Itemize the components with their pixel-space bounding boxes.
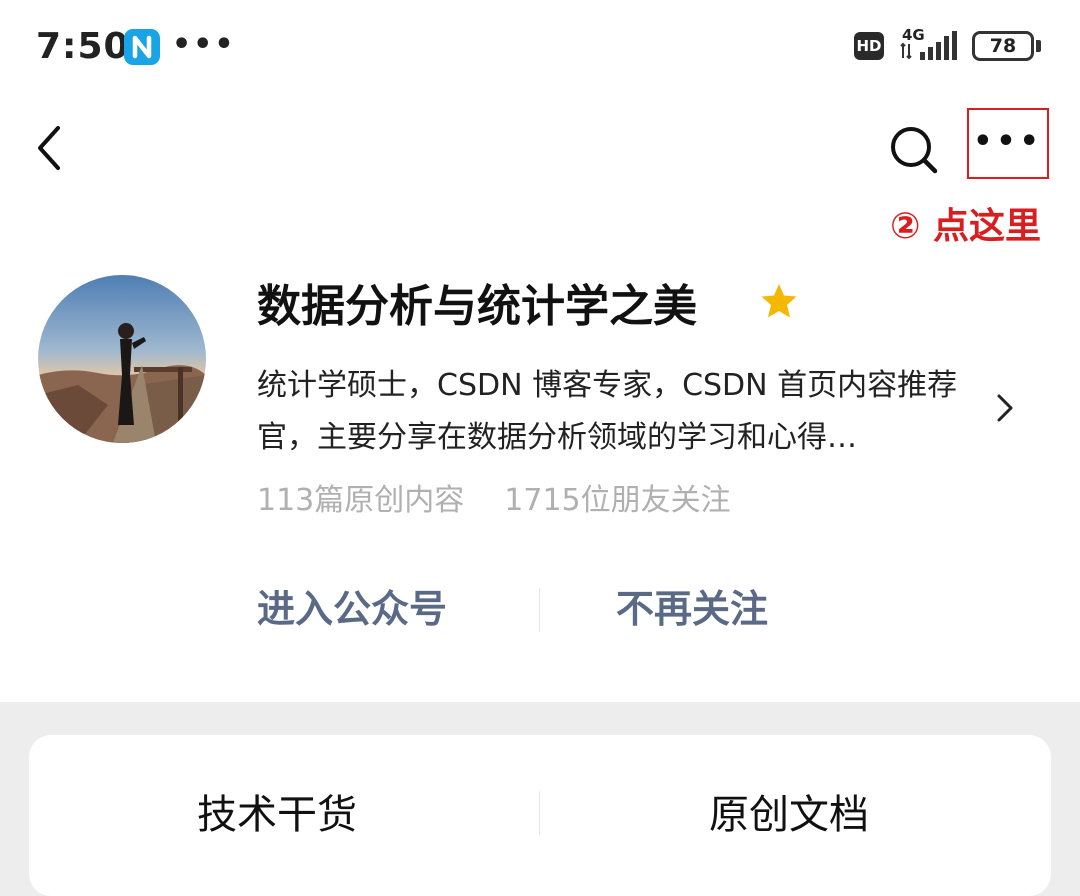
battery-icon: 78 bbox=[972, 31, 1034, 61]
avatar[interactable] bbox=[38, 275, 206, 443]
menu-item-tech[interactable]: 技术干货 bbox=[197, 787, 357, 843]
click-here-annotation: ② 点这里 bbox=[890, 206, 1042, 247]
action-divider bbox=[539, 588, 540, 632]
status-time: 7:50 bbox=[36, 26, 130, 67]
unfollow-button[interactable]: 不再关注 bbox=[616, 582, 768, 636]
star-icon bbox=[760, 282, 798, 320]
account-menu-card: 技术干货 原创文档 bbox=[29, 735, 1051, 896]
account-name: 数据分析与统计学之美 bbox=[257, 281, 697, 332]
battery-cap bbox=[1036, 40, 1041, 52]
signal-icon bbox=[898, 30, 962, 64]
menu-divider bbox=[539, 791, 540, 835]
account-bio[interactable]: 统计学硕士，CSDN 博客专家，CSDN 首页内容推荐官，主要分享在数据分析领域… bbox=[257, 360, 987, 464]
enter-account-button[interactable]: 进入公众号 bbox=[257, 582, 447, 636]
status-overflow-dots: ••• bbox=[172, 27, 236, 62]
search-icon bbox=[891, 127, 938, 174]
account-stats: 113篇原创内容 1715位朋友关注 bbox=[257, 478, 731, 524]
more-options-button[interactable]: ••• bbox=[967, 108, 1049, 179]
more-dots-icon: ••• bbox=[973, 124, 1043, 159]
chevron-left-icon bbox=[38, 126, 60, 170]
chevron-right-icon[interactable] bbox=[990, 388, 1020, 428]
follower-count: 1715位朋友关注 bbox=[504, 483, 731, 518]
battery-level: 78 bbox=[989, 35, 1017, 57]
back-button[interactable] bbox=[28, 118, 76, 178]
article-count: 113篇原创内容 bbox=[257, 483, 465, 518]
n-app-icon bbox=[124, 29, 160, 65]
menu-item-original-docs[interactable]: 原创文档 bbox=[709, 787, 869, 843]
hd-badge: HD bbox=[854, 32, 884, 60]
search-button[interactable] bbox=[884, 122, 944, 178]
